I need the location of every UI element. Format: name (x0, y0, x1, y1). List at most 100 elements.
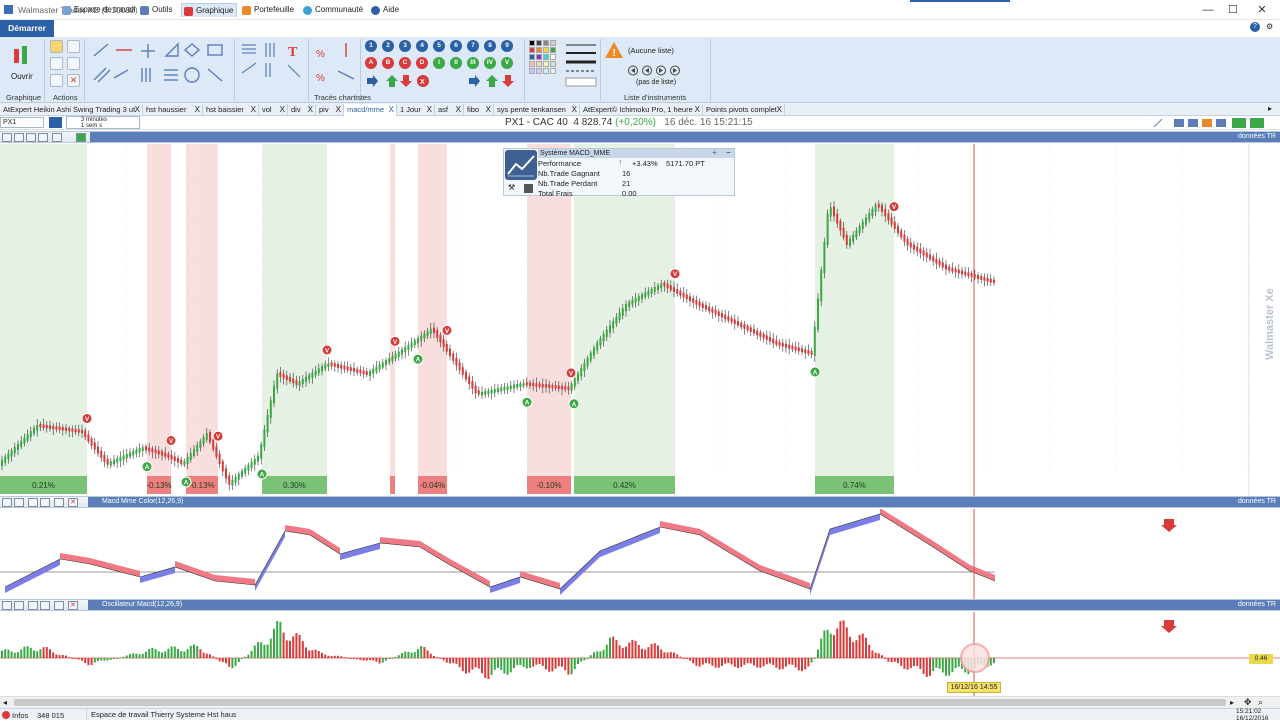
chart-toolbar-right[interactable] (1152, 117, 1272, 129)
pane-tools-icon[interactable] (2, 498, 12, 507)
pane-maximize-icon[interactable] (54, 498, 64, 507)
pane-settings-icon[interactable] (26, 133, 36, 142)
tab-points-pivots-complet[interactable]: Points pivots complet X (703, 104, 785, 116)
palette-swatch[interactable] (550, 68, 556, 74)
pane-indicator-icon[interactable] (14, 498, 24, 507)
tab-close-icon[interactable]: X (695, 104, 700, 116)
macd-pane[interactable] (0, 509, 1280, 599)
tab-1-jour[interactable]: 1 Jour X (397, 104, 435, 116)
pane-tools-icon[interactable] (2, 133, 12, 142)
signal-v-button[interactable]: V (501, 57, 513, 69)
tab-close-icon[interactable]: X (308, 104, 313, 116)
signal-iii-button[interactable]: III (467, 57, 479, 69)
system-tools-icon[interactable]: ⚒ (508, 183, 515, 192)
close-button[interactable]: ✕ (1250, 2, 1274, 18)
palette-swatch[interactable] (529, 40, 535, 46)
palette-swatch[interactable] (536, 54, 542, 60)
line-style-picker[interactable] (564, 41, 598, 89)
palette-swatch[interactable] (536, 61, 542, 67)
palette-swatch[interactable] (543, 47, 549, 53)
tab-close-icon[interactable]: X (251, 104, 256, 116)
settings-icon[interactable]: ⚙ (1266, 22, 1273, 31)
delete-icon[interactable]: ✕ (67, 74, 80, 87)
palette-swatch[interactable] (543, 54, 549, 60)
menu-portefeuille[interactable]: Portefeuille (240, 3, 297, 17)
zoom-icon[interactable]: ⌕ (1258, 697, 1263, 708)
pane-maximize-icon[interactable] (54, 601, 64, 610)
signal-3-button[interactable]: 3 (399, 40, 411, 52)
palette-swatch[interactable] (543, 40, 549, 46)
signal-4-button[interactable]: 4 (416, 40, 428, 52)
palette-swatch[interactable] (550, 47, 556, 53)
tab-close-icon[interactable]: X (389, 104, 394, 116)
tab-atexpert-heikin-ashi-swing-trading-3-ut[interactable]: AtExpert Heikin Ashi Swing Trading 3 ut X (0, 104, 143, 116)
signal-b-button[interactable]: B (382, 57, 394, 69)
system-list-icon[interactable] (524, 184, 533, 193)
signal-letter-buttons[interactable]: A B C D I II III IV V (365, 57, 525, 71)
menu-graphique[interactable]: Graphique (181, 3, 238, 17)
line-icon[interactable] (50, 74, 63, 87)
tab-close-icon[interactable]: X (135, 104, 140, 116)
maximize-button[interactable]: ☐ (1221, 2, 1245, 18)
palette-swatch[interactable] (529, 47, 535, 53)
tab-asf[interactable]: asf X (435, 104, 464, 116)
tab-atexpert-ichimoku-pro-1-heure[interactable]: AtExpert© Ichimoku Pro, 1 heure X (580, 104, 703, 116)
color-palette[interactable] (529, 40, 559, 90)
symbol-input[interactable]: PX1 (0, 117, 44, 128)
menu-outils[interactable]: Outils (138, 3, 175, 17)
palette-swatch[interactable] (543, 61, 549, 67)
oscillator-pane[interactable] (0, 612, 1280, 696)
tab-close-icon[interactable]: X (572, 104, 577, 116)
pane-indicator-icon[interactable] (14, 133, 24, 142)
tabs-scroll-icon[interactable]: ▸ (1268, 104, 1272, 113)
workspace-name[interactable]: Espace de travail Thierry Systeme Hst ha… (86, 709, 236, 720)
palette-swatch[interactable] (543, 68, 549, 74)
candles-open-icon[interactable] (12, 45, 32, 69)
palette-swatch[interactable] (550, 40, 556, 46)
horizontal-scrollbar[interactable]: ◂ ▸ ✥ ⌕ (0, 696, 1280, 708)
palette-swatch[interactable] (550, 61, 556, 67)
tab-close-icon[interactable]: X (427, 104, 432, 116)
signal-6-button[interactable]: 6 (450, 40, 462, 52)
tab-close-icon[interactable]: X (195, 104, 200, 116)
signal-7-button[interactable]: 7 (467, 40, 479, 52)
system-add-icon[interactable]: + (710, 149, 719, 158)
tab-div[interactable]: div X (288, 104, 316, 116)
signal-1-button[interactable]: 1 (365, 40, 377, 52)
signal-9-button[interactable]: 9 (501, 40, 513, 52)
tab-close-icon[interactable]: X (280, 104, 285, 116)
tab-macd-mme[interactable]: macd/mme X (344, 104, 397, 116)
palette-swatch[interactable] (536, 40, 542, 46)
system-collapse-icon[interactable]: − (724, 149, 733, 158)
signal-c-button[interactable]: C (399, 57, 411, 69)
crosshair-icon[interactable] (67, 40, 80, 53)
tab-sys-pente-tenkansen[interactable]: sys pente tenkansen X (494, 104, 580, 116)
palette-swatch[interactable] (529, 54, 535, 60)
menu-espace[interactable]: Espace de travail (60, 3, 138, 17)
pane-text-icon[interactable] (40, 498, 50, 507)
pane-indicator-icon[interactable] (14, 601, 24, 610)
book-icon[interactable] (49, 117, 62, 128)
signal-ii-button[interactable]: II (450, 57, 462, 69)
tab-piv[interactable]: piv X (316, 104, 344, 116)
tab-close-icon[interactable]: X (486, 104, 491, 116)
menu-communaute[interactable]: Communauté (301, 3, 366, 17)
list-name[interactable]: (Aucune liste) (628, 46, 674, 55)
tools-icon[interactable] (67, 57, 80, 70)
pane-tools-icon[interactable] (2, 601, 12, 610)
palette-swatch[interactable] (550, 54, 556, 60)
signal-5-button[interactable]: 5 (433, 40, 445, 52)
open-label[interactable]: Ouvrir (11, 72, 33, 81)
pane-close-icon[interactable]: ✕ (68, 498, 78, 507)
list-navigation[interactable] (628, 65, 682, 76)
minimize-button[interactable]: — (1196, 2, 1220, 18)
arrow-buttons[interactable]: X (365, 74, 525, 88)
start-button[interactable]: Démarrer (0, 20, 54, 37)
analysis-tools[interactable]: T (240, 41, 306, 91)
pane-settings-icon[interactable] (28, 498, 38, 507)
move-icon[interactable]: ✥ (1244, 697, 1252, 708)
drawing-tools[interactable] (92, 42, 228, 90)
scrollbar-thumb[interactable] (14, 699, 1226, 706)
signal-8-button[interactable]: 8 (484, 40, 496, 52)
tab-fibo[interactable]: fibo X (464, 104, 494, 116)
